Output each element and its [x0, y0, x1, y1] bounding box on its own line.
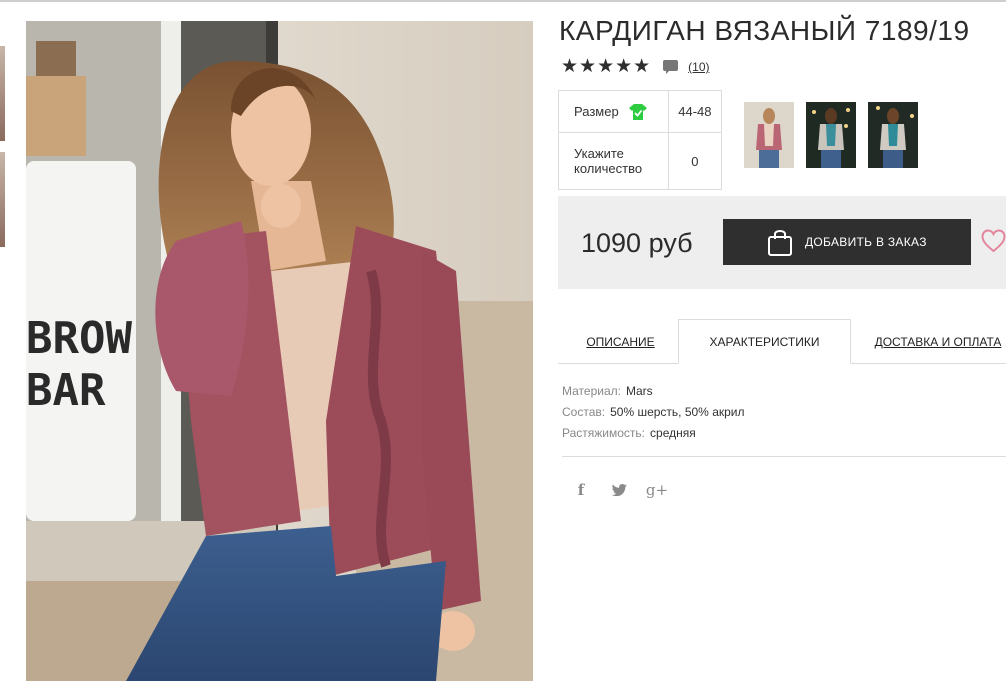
rating-row: ★★★★★ (10) — [561, 57, 710, 77]
tab-delivery-payment[interactable]: ДОСТАВКА И ОПЛАТА — [870, 319, 1006, 364]
size-label: Размер — [574, 104, 619, 119]
top-border — [0, 0, 1006, 2]
google-plus-icon[interactable]: g+ — [646, 480, 668, 500]
thumbnail-3-image — [868, 102, 918, 168]
tab-characteristics[interactable]: ХАРАКТЕРИСТИКИ — [678, 319, 851, 364]
tab-description[interactable]: ОПИСАНИЕ — [572, 319, 669, 364]
thumbnail-1[interactable] — [744, 102, 794, 168]
char-row-material: Материал: Mars — [562, 384, 653, 398]
thumbnail-1-image — [744, 102, 794, 168]
main-product-photo[interactable]: BROW BAR — [26, 21, 533, 681]
size-value[interactable]: 44-48 — [667, 90, 723, 133]
sign-brow-text: BROW — [26, 313, 132, 364]
divider — [562, 456, 1006, 457]
size-cell[interactable]: Размер — [558, 90, 669, 133]
product-title: КАРДИГАН ВЯЗАНЫЙ 7189/19 — [559, 15, 970, 46]
edge-thumbnail-1[interactable] — [0, 46, 5, 141]
thumbnail-2[interactable] — [806, 102, 856, 168]
rating-stars[interactable]: ★★★★★ — [561, 57, 651, 77]
add-to-order-label: ДОБАВИТЬ В ЗАКАЗ — [805, 235, 927, 249]
reviews-count-link[interactable]: (10) — [688, 60, 709, 74]
tshirt-size-icon[interactable] — [628, 103, 647, 120]
quantity-input[interactable]: 0 — [667, 132, 723, 190]
twitter-icon[interactable] — [610, 480, 628, 500]
product-tabs: ОПИСАНИЕ ХАРАКТЕРИСТИКИ ДОСТАВКА И ОПЛАТ… — [558, 319, 1006, 364]
facebook-icon[interactable]: f — [572, 480, 590, 500]
comment-icon — [663, 60, 679, 74]
add-to-order-button[interactable]: ДОБАВИТЬ В ЗАКАЗ — [723, 219, 971, 265]
purchase-box: 1090 руб ДОБАВИТЬ В ЗАКАЗ — [558, 196, 1006, 289]
product-photo-illustration: BROW BAR — [26, 21, 533, 681]
thumbnail-2-image — [806, 102, 856, 168]
characteristics-list: Материал: Mars Состав: 50% шерсть, 50% акр… — [562, 381, 745, 444]
char-row-stretch: Растяжимость: средняя — [562, 426, 696, 440]
heart-icon[interactable] — [981, 229, 1006, 253]
thumbnail-3[interactable] — [868, 102, 918, 168]
shopping-bag-icon — [768, 230, 792, 256]
price: 1090 руб — [581, 228, 693, 258]
options-table: Размер 44-48 Укажите количество 0 — [558, 90, 723, 190]
quantity-label: Укажите количество — [558, 132, 669, 190]
char-row-composition: Состав: 50% шерсть, 50% акрил — [562, 405, 745, 419]
edge-thumbnail-2[interactable] — [0, 152, 5, 247]
sign-bar-text: BAR — [26, 365, 106, 416]
